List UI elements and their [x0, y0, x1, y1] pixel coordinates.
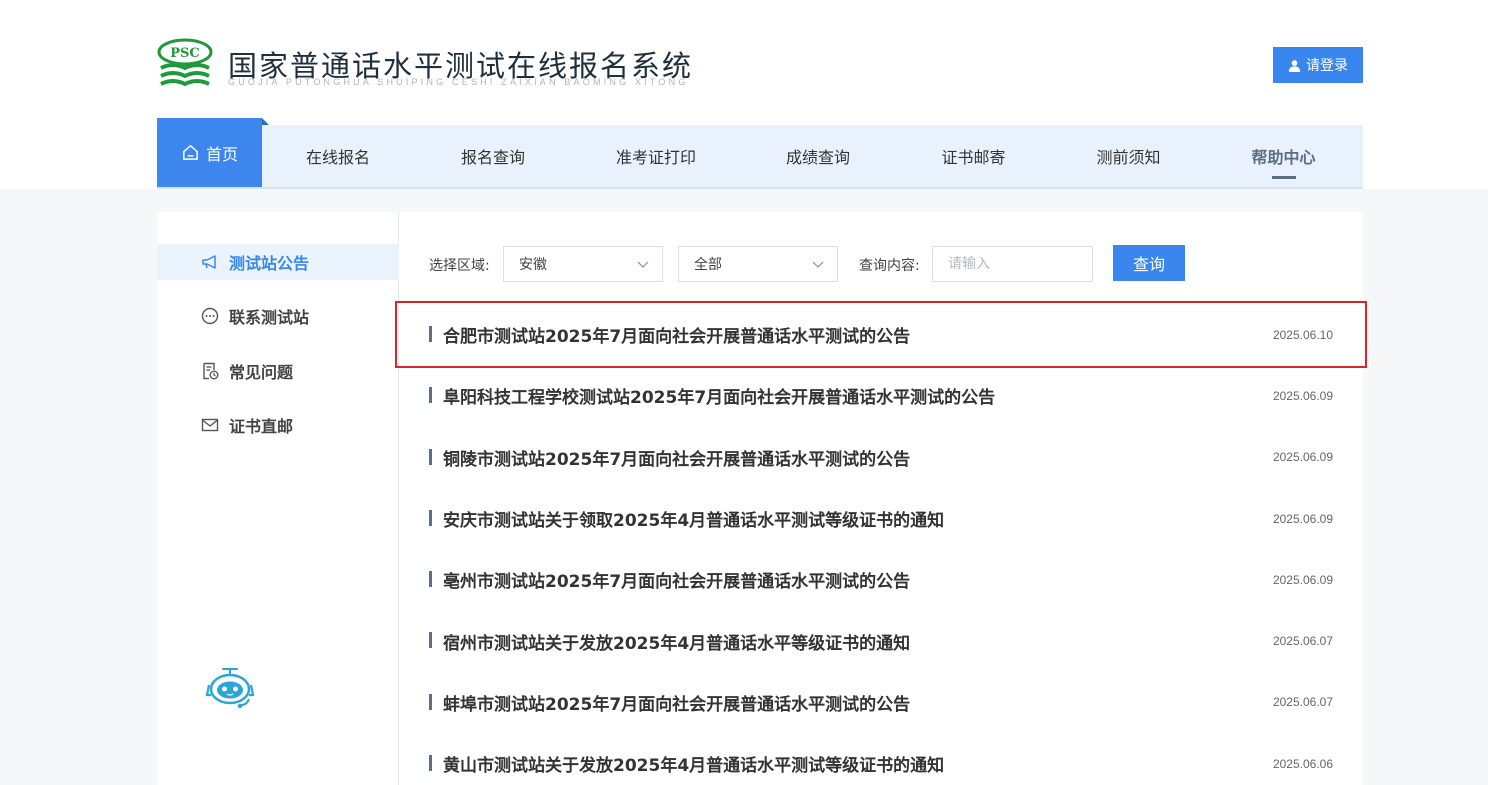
list-item[interactable]: 蚌埠市测试站2025年7月面向社会开展普通话水平测试的公告 2025.06.07 — [429, 672, 1333, 733]
announcement-date: 2025.06.10 — [1272, 327, 1333, 342]
svg-text:PSC: PSC — [170, 46, 200, 61]
sidebar-item-label: 测试站公告 — [229, 254, 310, 273]
filter-bar: 选择区域: 安徽 全部 查询内容: 查询 — [429, 245, 1329, 283]
region-select-value: 安徽 — [519, 257, 547, 273]
nav-home-label: 首页 — [205, 144, 238, 164]
list-item-marker — [429, 387, 432, 404]
list-item[interactable]: 宿州市测试站关于发放2025年4月普通话水平等级证书的通知 2025.06.07 — [429, 610, 1333, 671]
announcement-date: 2025.06.06 — [1272, 756, 1333, 771]
sidebar-item-faq[interactable]: 常见问题 — [157, 353, 399, 389]
announcement-title[interactable]: 安庆市测试站关于领取2025年4月普通话水平测试等级证书的通知 — [443, 506, 944, 531]
chat-icon — [201, 307, 219, 325]
list-item-marker — [429, 326, 432, 342]
announcement-date: 2025.06.09 — [1272, 572, 1333, 587]
announcement-list: 合肥市测试站2025年7月面向社会开展普通话水平测试的公告 2025.06.10 … — [429, 304, 1333, 785]
nav-certificate-mail[interactable]: 证书邮寄 — [896, 125, 1051, 187]
nav-online-registration[interactable]: 在线报名 — [262, 125, 414, 187]
list-item[interactable]: 安庆市测试站关于领取2025年4月普通话水平测试等级证书的通知 2025.06.0… — [429, 488, 1333, 549]
list-item-marker — [429, 693, 432, 710]
content-panel: 测试站公告 联系测试站 常见问题 证书直邮 选择区域: 安徽 全部 查询内容: … — [157, 212, 1363, 785]
announcement-title[interactable]: 蚌埠市测试站2025年7月面向社会开展普通话水平测试的公告 — [443, 690, 910, 715]
announcement-date: 2025.06.09 — [1272, 511, 1333, 526]
sidebar: 测试站公告 联系测试站 常见问题 证书直邮 — [157, 212, 399, 785]
nav-registration-query[interactable]: 报名查询 — [414, 125, 572, 187]
nav-admission-print[interactable]: 准考证打印 — [572, 125, 740, 187]
sidebar-item-contact[interactable]: 联系测试站 — [157, 298, 399, 334]
query-input[interactable] — [932, 246, 1093, 282]
login-button[interactable]: 请登录 — [1273, 47, 1363, 83]
announcement-date: 2025.06.09 — [1272, 450, 1333, 465]
site-subtitle: GUOJIA PUTONGHUA SHUIPING CESHI ZAIXIAN … — [228, 77, 689, 87]
nav-score-query[interactable]: 成绩查询 — [740, 125, 896, 187]
query-button[interactable]: 查询 — [1113, 245, 1185, 281]
mail-icon — [201, 418, 219, 432]
announcement-title[interactable]: 宿州市测试站关于发放2025年4月普通话水平等级证书的通知 — [443, 629, 910, 654]
list-item[interactable]: 亳州市测试站2025年7月面向社会开展普通话水平测试的公告 2025.06.09 — [429, 549, 1333, 610]
user-icon — [1288, 59, 1301, 72]
announcement-title[interactable]: 铜陵市测试站2025年7月面向社会开展普通话水平测试的公告 — [443, 445, 910, 470]
list-item-marker — [429, 755, 432, 772]
chevron-down-icon — [637, 261, 649, 268]
sidebar-item-cert-mail[interactable]: 证书直邮 — [157, 407, 399, 443]
psc-logo-icon: PSC — [157, 38, 213, 87]
announcement-title[interactable]: 黄山市测试站关于发放2025年4月普通话水平测试等级证书的通知 — [443, 751, 944, 776]
list-item-marker — [429, 448, 432, 465]
announcement-title[interactable]: 亳州市测试站2025年7月面向社会开展普通话水平测试的公告 — [443, 567, 910, 592]
sidebar-item-label: 证书直邮 — [229, 417, 294, 436]
header: PSC 国家普通话水平测试在线报名系统 GUOJIA PUTONGHUA SHU… — [0, 0, 1488, 189]
list-item[interactable]: 铜陵市测试站2025年7月面向社会开展普通话水平测试的公告 2025.06.09 — [429, 427, 1333, 488]
region-label: 选择区域: — [429, 258, 490, 274]
sidebar-item-label: 联系测试站 — [229, 308, 310, 327]
main-nav: 首页 在线报名 报名查询 准考证打印 成绩查询 证书邮寄 测前须知 帮助中心 — [157, 118, 1363, 189]
region-select[interactable]: 安徽 — [503, 246, 663, 282]
category-select[interactable]: 全部 — [678, 246, 838, 282]
category-select-value: 全部 — [694, 257, 722, 273]
list-item-marker — [429, 571, 432, 588]
robot-assistant-icon[interactable] — [203, 667, 257, 711]
chevron-down-icon — [812, 261, 824, 268]
announcement-date: 2025.06.07 — [1272, 634, 1333, 649]
list-item[interactable]: 合肥市测试站2025年7月面向社会开展普通话水平测试的公告 2025.06.10 — [429, 304, 1333, 365]
login-label: 请登录 — [1306, 58, 1348, 74]
list-item[interactable]: 阜阳科技工程学校测试站2025年7月面向社会开展普通话水平测试的公告 2025.0… — [429, 365, 1333, 426]
query-label: 查询内容: — [859, 258, 920, 274]
announcement-title[interactable]: 阜阳科技工程学校测试站2025年7月面向社会开展普通话水平测试的公告 — [443, 383, 995, 408]
list-item-marker — [429, 509, 432, 526]
announcement-title[interactable]: 合肥市测试站2025年7月面向社会开展普通话水平测试的公告 — [443, 322, 910, 347]
list-item-marker — [429, 632, 432, 649]
megaphone-icon — [202, 255, 216, 269]
home-icon — [183, 145, 198, 160]
nav-home[interactable]: 首页 — [157, 118, 269, 187]
sidebar-item-announcements[interactable]: 测试站公告 — [157, 244, 399, 280]
list-item[interactable]: 黄山市测试站关于发放2025年4月普通话水平测试等级证书的通知 2025.06.0… — [429, 733, 1333, 785]
nav-pretest-notes[interactable]: 测前须知 — [1051, 125, 1206, 187]
sidebar-item-label: 常见问题 — [229, 363, 294, 382]
nav-help-center[interactable]: 帮助中心 — [1206, 125, 1361, 187]
document-clock-icon — [203, 362, 219, 380]
announcement-date: 2025.06.07 — [1272, 695, 1333, 710]
announcement-date: 2025.06.09 — [1272, 388, 1333, 403]
